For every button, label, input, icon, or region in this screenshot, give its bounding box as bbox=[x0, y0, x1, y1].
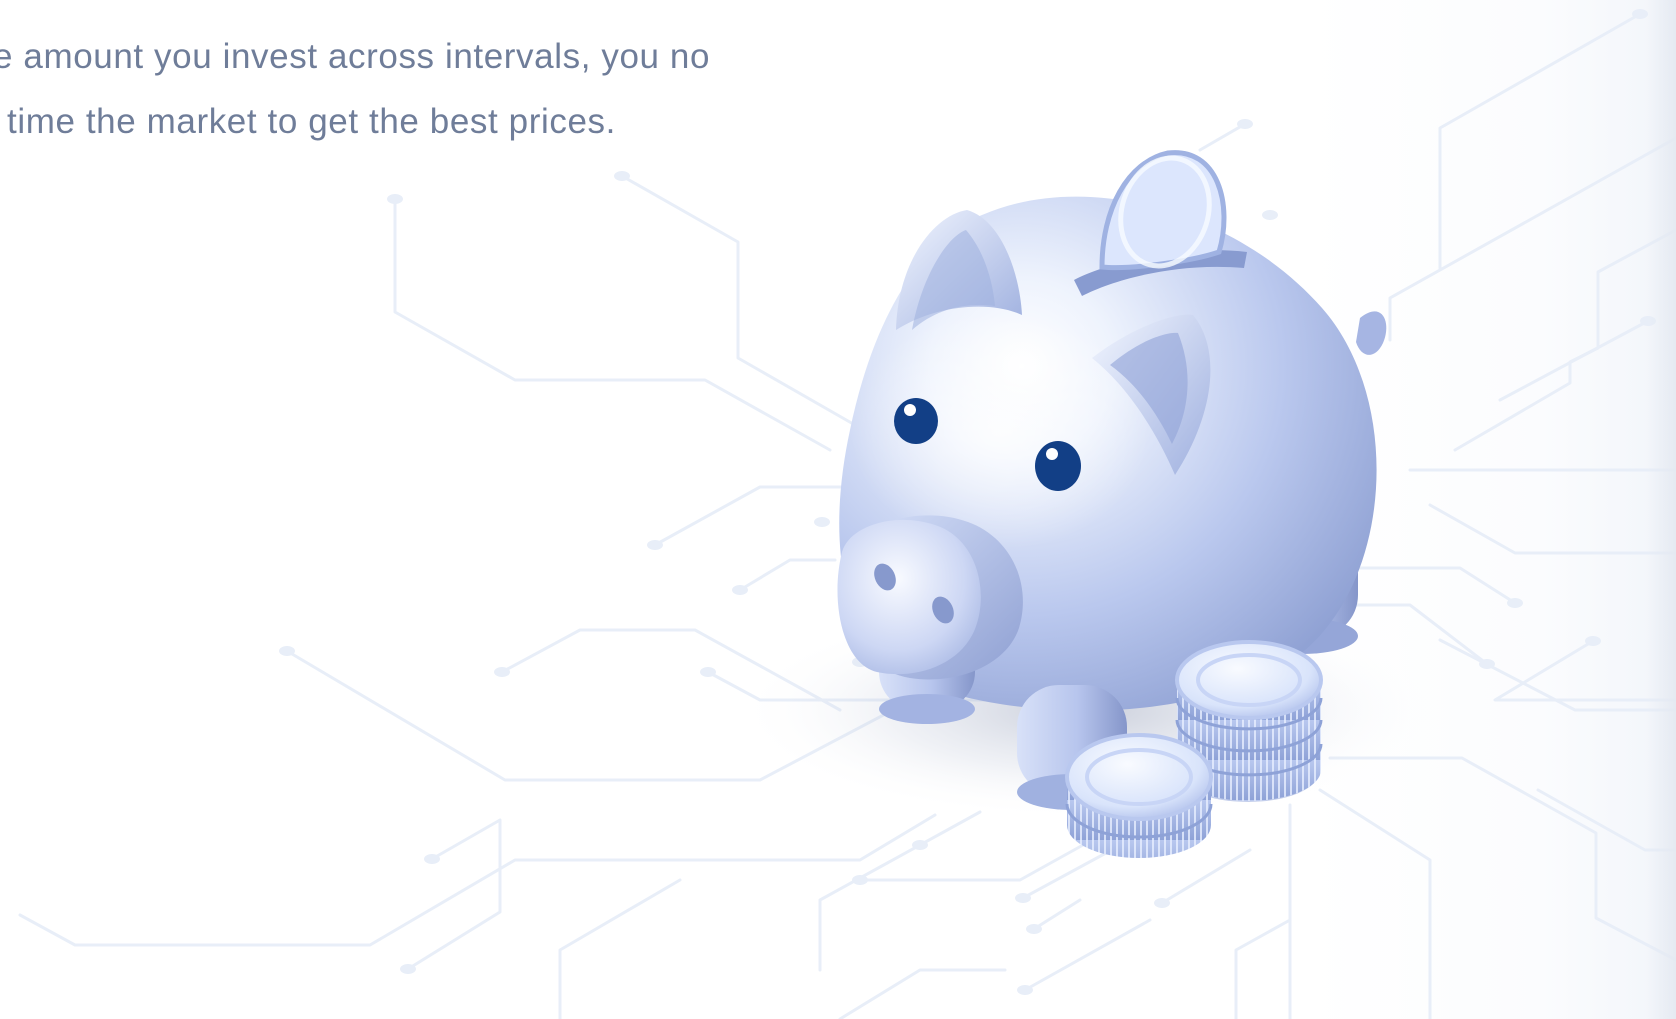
coin-icon bbox=[1065, 733, 1213, 858]
piggy-bank-illustration bbox=[18, 9, 1676, 1019]
investment-section: e amount you invest across intervals, yo… bbox=[0, 0, 1676, 1019]
right-edge-fade bbox=[1646, 0, 1676, 1019]
piggy-bank-icon bbox=[735, 150, 1435, 820]
